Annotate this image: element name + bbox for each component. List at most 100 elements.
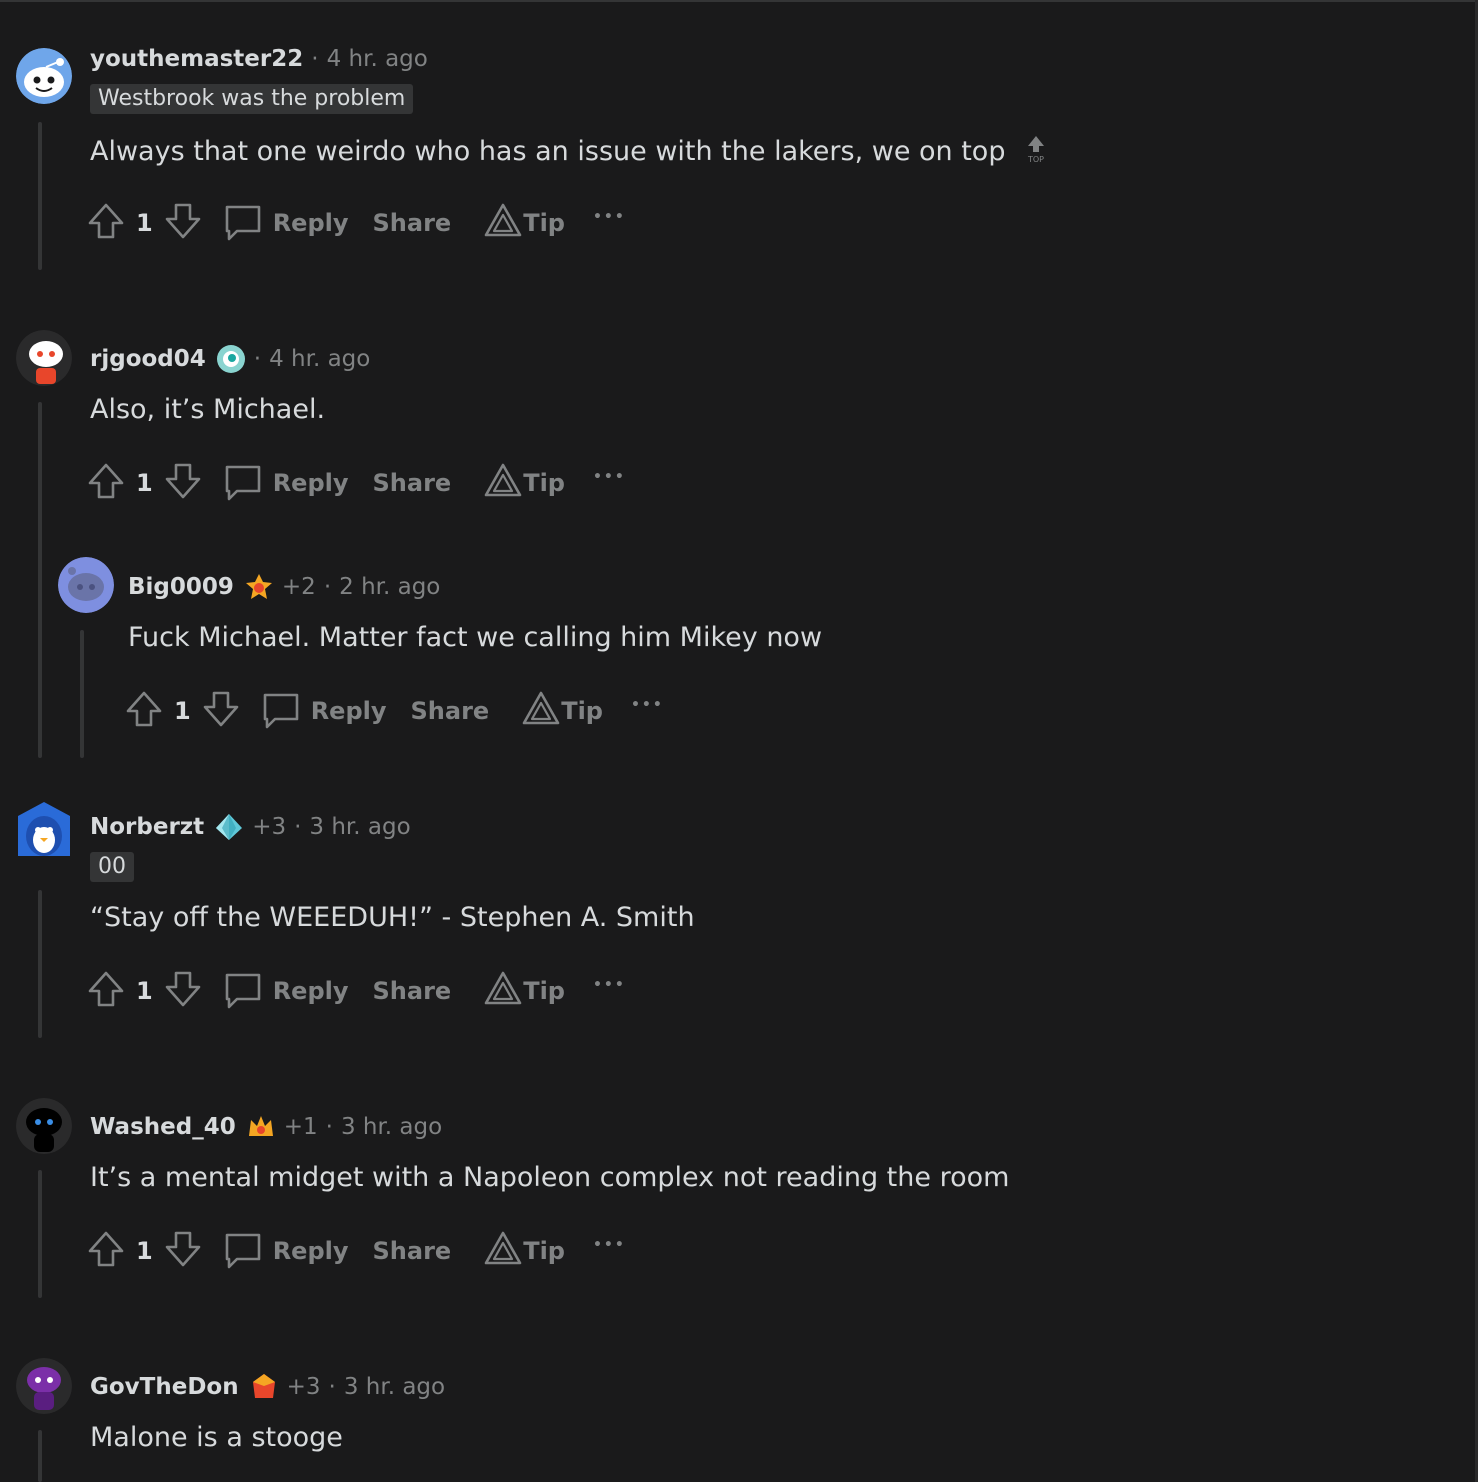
timestamp[interactable]: 3 hr. ago xyxy=(341,1114,442,1140)
award-icon[interactable] xyxy=(246,1112,276,1142)
reply-icon[interactable] xyxy=(223,1229,263,1273)
avatar[interactable] xyxy=(16,1098,72,1154)
upvote-icon[interactable] xyxy=(86,201,126,245)
award-icon[interactable] xyxy=(216,344,246,374)
username[interactable]: youthemaster22 xyxy=(90,46,303,72)
share-button[interactable]: Share xyxy=(373,209,452,237)
comment-text: Always that one weirdo who has an issue … xyxy=(90,136,1006,167)
downvote-icon[interactable] xyxy=(201,689,241,733)
thread-line[interactable] xyxy=(38,402,42,758)
thread-line[interactable] xyxy=(38,890,42,1038)
award-count[interactable]: +3 xyxy=(287,1374,321,1400)
tip-icon[interactable] xyxy=(483,1229,523,1273)
comment-body: Malone is a stooge xyxy=(90,1422,343,1453)
user-flair: Westbrook was the problem xyxy=(90,84,414,114)
comment-body: “Stay off the WEEEDUH!” - Stephen A. Smi… xyxy=(90,902,695,933)
timestamp[interactable]: 3 hr. ago xyxy=(344,1374,445,1400)
award-count[interactable]: +2 xyxy=(282,574,316,600)
tip-icon[interactable] xyxy=(521,689,561,733)
comment-meta: rjgood04 · 4 hr. ago xyxy=(90,344,370,374)
timestamp[interactable]: 4 hr. ago xyxy=(327,46,428,72)
share-button[interactable]: Share xyxy=(373,1237,452,1265)
comment-body: Always that one weirdo who has an issue … xyxy=(90,134,1048,171)
upvote-icon[interactable] xyxy=(86,1229,126,1273)
top-badge-icon: TOP xyxy=(1024,134,1048,171)
tip-icon[interactable] xyxy=(483,201,523,245)
reply-button[interactable]: Reply xyxy=(273,1237,349,1265)
more-options-button[interactable]: ••• xyxy=(593,209,626,225)
comment-meta: Norberzt +3 · 3 hr. ago xyxy=(90,812,411,842)
tip-button[interactable]: Tip xyxy=(523,977,565,1005)
more-options-button[interactable]: ••• xyxy=(593,469,626,485)
vote-count: 1 xyxy=(136,209,153,237)
thread-line[interactable] xyxy=(38,1430,42,1482)
username[interactable]: GovTheDon xyxy=(90,1374,239,1400)
thread-line[interactable] xyxy=(38,122,42,270)
award-icon[interactable] xyxy=(249,1372,279,1402)
downvote-icon[interactable] xyxy=(163,969,203,1013)
reply-icon[interactable] xyxy=(261,689,301,733)
award-icon[interactable] xyxy=(244,572,274,602)
username[interactable]: Washed_40 xyxy=(90,1114,236,1140)
separator: · xyxy=(328,1374,336,1400)
more-options-button[interactable]: ••• xyxy=(593,977,626,993)
share-button[interactable]: Share xyxy=(373,977,452,1005)
action-bar: 1 Reply Share Tip ••• xyxy=(124,689,664,733)
upvote-icon[interactable] xyxy=(124,689,164,733)
tip-button[interactable]: Tip xyxy=(523,1237,565,1265)
timestamp[interactable]: 4 hr. ago xyxy=(269,346,370,372)
tip-button[interactable]: Tip xyxy=(561,697,603,725)
timestamp[interactable]: 3 hr. ago xyxy=(309,814,410,840)
reply-icon[interactable] xyxy=(223,969,263,1013)
username[interactable]: rjgood04 xyxy=(90,346,206,372)
downvote-icon[interactable] xyxy=(163,1229,203,1273)
action-bar: 1 Reply Share Tip ••• xyxy=(86,969,626,1013)
tip-icon[interactable] xyxy=(483,969,523,1013)
avatar[interactable] xyxy=(58,557,114,613)
comment-body: It’s a mental midget with a Napoleon com… xyxy=(90,1162,1010,1193)
separator: · xyxy=(311,46,319,72)
tip-button[interactable]: Tip xyxy=(523,469,565,497)
downvote-icon[interactable] xyxy=(163,461,203,505)
upvote-icon[interactable] xyxy=(86,969,126,1013)
reply-button[interactable]: Reply xyxy=(273,469,349,497)
thread-line[interactable] xyxy=(38,1170,42,1298)
comment-meta: GovTheDon +3 · 3 hr. ago xyxy=(90,1372,445,1402)
reply-button[interactable]: Reply xyxy=(273,977,349,1005)
reply-icon[interactable] xyxy=(223,201,263,245)
avatar[interactable] xyxy=(16,48,72,104)
reply-button[interactable]: Reply xyxy=(311,697,387,725)
comment-meta: Big0009 +2 · 2 hr. ago xyxy=(128,572,440,602)
more-options-button[interactable]: ••• xyxy=(631,697,664,713)
username[interactable]: Norberzt xyxy=(90,814,204,840)
action-bar: 1 Reply Share Tip ••• xyxy=(86,1229,626,1273)
thread-line[interactable] xyxy=(80,630,84,758)
comment-body: Fuck Michael. Matter fact we calling him… xyxy=(128,622,823,653)
timestamp[interactable]: 2 hr. ago xyxy=(339,574,440,600)
upvote-icon[interactable] xyxy=(86,461,126,505)
more-options-button[interactable]: ••• xyxy=(593,1237,626,1253)
award-icon[interactable] xyxy=(214,812,244,842)
action-bar: 1 Reply Share Tip ••• xyxy=(86,201,626,245)
comment-meta: youthemaster22 · 4 hr. ago xyxy=(90,44,428,74)
separator: · xyxy=(323,574,332,600)
avatar[interactable] xyxy=(16,330,72,386)
avatar[interactable] xyxy=(16,800,72,856)
tip-button[interactable]: Tip xyxy=(523,209,565,237)
vote-count: 1 xyxy=(136,977,153,1005)
top-border xyxy=(0,0,1478,2)
separator: · xyxy=(253,346,262,372)
separator: · xyxy=(294,814,302,840)
reply-icon[interactable] xyxy=(223,461,263,505)
avatar[interactable] xyxy=(16,1358,72,1414)
tip-icon[interactable] xyxy=(483,461,523,505)
reply-button[interactable]: Reply xyxy=(273,209,349,237)
award-count[interactable]: +1 xyxy=(284,1114,318,1140)
username[interactable]: Big0009 xyxy=(128,574,234,600)
downvote-icon[interactable] xyxy=(163,201,203,245)
share-button[interactable]: Share xyxy=(411,697,490,725)
award-count[interactable]: +3 xyxy=(252,814,286,840)
vote-count: 1 xyxy=(174,697,191,725)
separator: · xyxy=(325,1114,333,1140)
share-button[interactable]: Share xyxy=(373,469,452,497)
